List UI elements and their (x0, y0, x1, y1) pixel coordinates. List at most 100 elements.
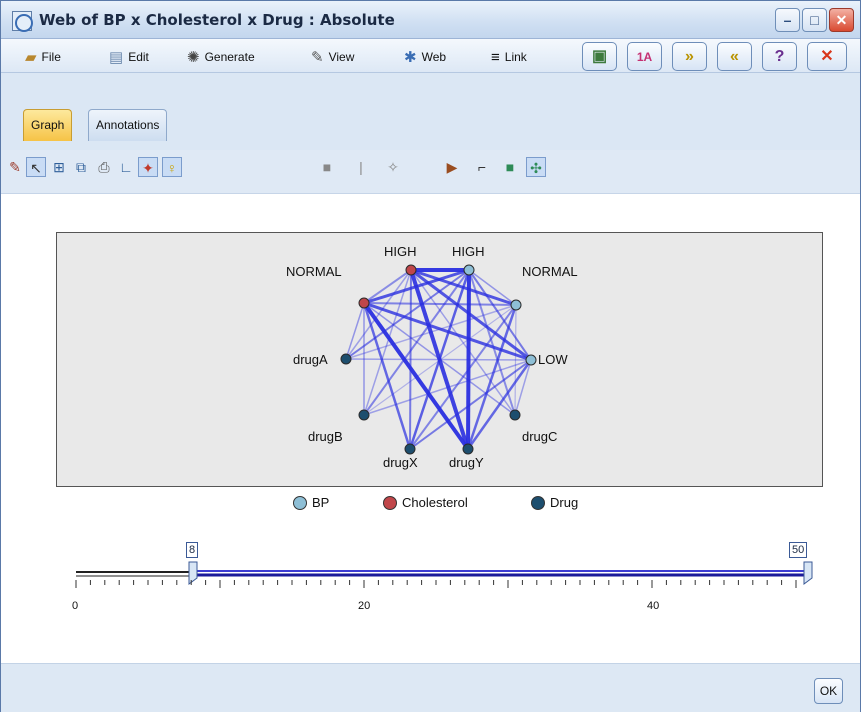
lightbulb-icon[interactable]: ♀ (162, 157, 182, 177)
menu-link[interactable]: ≡ Link (491, 47, 527, 67)
web-graph-svg (340, 264, 537, 455)
label-high-cholesterol: HIGH (384, 244, 417, 259)
node-drugc[interactable] (509, 409, 521, 421)
close-icon: ✕ (820, 48, 834, 65)
tick-label-0: 0 (72, 600, 79, 612)
label-low-bp: LOW (538, 352, 568, 367)
previous-button[interactable]: « (717, 42, 752, 71)
label-high-bp: HIGH (452, 244, 485, 259)
pointer-tool-icon[interactable]: ↖ (26, 157, 46, 177)
axis-icon[interactable]: ∟ (116, 157, 136, 177)
legend-bp-swatch (293, 495, 307, 510)
title-bar[interactable]: Web of BP x Cholesterol x Drug : Absolut… (1, 1, 860, 39)
cancel-button[interactable]: ✕ (807, 42, 847, 71)
display-icon: ▣ (591, 48, 608, 65)
legend-bp: BP (293, 495, 329, 510)
graph-link (514, 359, 532, 416)
flag-icon[interactable]: ▶ (442, 157, 462, 177)
display-mode-button[interactable]: ▣ (582, 42, 617, 71)
web-icon: ✱ (404, 48, 417, 66)
graph-link (345, 358, 532, 361)
tab-annotations[interactable]: Annotations (88, 109, 168, 141)
help-button[interactable]: ? (762, 42, 797, 71)
tab-graph[interactable]: Graph (23, 109, 73, 141)
window-title: Web of BP x Cholesterol x Drug : Absolut… (39, 11, 395, 29)
sort-button[interactable]: 1A (627, 42, 662, 71)
graph-content: HIGH HIGH NORMAL NORMAL LOW drugA drugB … (1, 194, 860, 663)
graph-link (468, 269, 517, 306)
legend-cholesterol-swatch (383, 495, 397, 510)
brush-icon: ✎ (311, 48, 324, 66)
graph-link (345, 302, 365, 360)
double-chevron-left-icon: « (730, 48, 739, 65)
generate-icon: ✺ (187, 48, 200, 66)
node-normal-cholesterol[interactable] (358, 297, 370, 309)
menu-generate[interactable]: ✺ Generate (187, 47, 255, 67)
graph-toolbar: ✎ ↖ ⊞ ⧉ ⎙ ∟ ✦ ♀ ■ | ✧ ▶ ⌐ ■ ✣ (1, 150, 860, 194)
connector-icon[interactable]: ⌐ (472, 157, 492, 177)
slider-track-svg (75, 561, 813, 588)
node-high-cholesterol[interactable] (405, 264, 417, 276)
double-chevron-right-icon: » (685, 48, 694, 65)
node-druga[interactable] (340, 353, 352, 365)
sparkle-icon[interactable]: ✧ (383, 157, 403, 177)
next-button[interactable]: » (672, 42, 707, 71)
graph-link (362, 302, 412, 450)
maximize-button[interactable]: □ (802, 8, 827, 32)
help-icon: ? (774, 48, 785, 65)
node-normal-bp[interactable] (510, 299, 522, 311)
menu-bar: ▰ File ▤ Edit ✺ Generate ✎ View ✱ Web ≡ Link ▣… (1, 39, 860, 73)
label-drugc: drugC (522, 429, 558, 444)
web-layout-icon[interactable]: ✣ (526, 157, 546, 177)
menu-view[interactable]: ✎ View (311, 47, 354, 67)
slider-min-thumb[interactable] (188, 561, 198, 585)
footer-bar: OK (1, 663, 860, 712)
edit-icon: ▤ (109, 48, 124, 66)
label-drugy: drugY (449, 455, 484, 470)
print-icon[interactable]: ⎙ (94, 157, 114, 177)
copy-graph-icon[interactable]: ⧉ (71, 157, 91, 177)
legend-cholesterol: Cholesterol (383, 495, 468, 510)
stop-icon[interactable]: ■ (317, 157, 337, 177)
graph-link (409, 359, 532, 450)
label-normal-cholesterol: NORMAL (286, 264, 342, 279)
graph-links (345, 268, 533, 451)
label-drugb: drugB (308, 429, 343, 444)
graph-link (363, 269, 412, 304)
label-drugx: drugX (383, 455, 418, 470)
magic-pin-icon[interactable]: ✦ (138, 157, 158, 177)
menu-web[interactable]: ✱ Web (404, 47, 446, 67)
graph-link (468, 269, 532, 361)
node-high-bp[interactable] (463, 264, 475, 276)
minimize-button[interactable]: – (775, 8, 800, 32)
color-square-icon[interactable]: ■ (500, 157, 520, 177)
menu-file[interactable]: ▰ File (25, 47, 61, 67)
graph-link (363, 302, 517, 306)
label-druga: drugA (293, 352, 328, 367)
legend-drug-swatch (531, 495, 545, 510)
brush-tool-icon[interactable]: ✎ (5, 157, 25, 177)
lines-icon: ≡ (491, 48, 500, 66)
tick-label-20: 20 (358, 600, 371, 612)
sort-icon: 1A (636, 50, 653, 64)
folder-icon: ▰ (25, 48, 37, 66)
threshold-slider: 8 50 0 20 40 (1, 534, 860, 644)
web-graph-window: Web of BP x Cholesterol x Drug : Absolut… (0, 0, 861, 712)
tick-label-40: 40 (647, 600, 660, 612)
node-drugb[interactable] (358, 409, 370, 421)
slider-max-thumb[interactable] (803, 561, 813, 585)
label-normal-bp: NORMAL (522, 264, 578, 279)
ok-button[interactable]: OK (814, 678, 843, 704)
slider-ticks (75, 580, 797, 588)
close-button[interactable]: ✕ (829, 8, 854, 32)
org-chart-icon[interactable]: ⊞ (49, 157, 69, 177)
menu-edit[interactable]: ▤ Edit (109, 47, 149, 67)
node-drugx[interactable] (404, 443, 416, 455)
separator-icon: | (359, 159, 363, 175)
tabs-bar: Graph Annotations (1, 73, 860, 150)
legend-drug: Drug (531, 495, 578, 510)
web-app-icon (12, 11, 33, 32)
node-low-bp[interactable] (525, 354, 537, 366)
node-drugy[interactable] (462, 443, 474, 455)
web-graph: HIGH HIGH NORMAL NORMAL LOW drugA drugB … (56, 232, 823, 487)
